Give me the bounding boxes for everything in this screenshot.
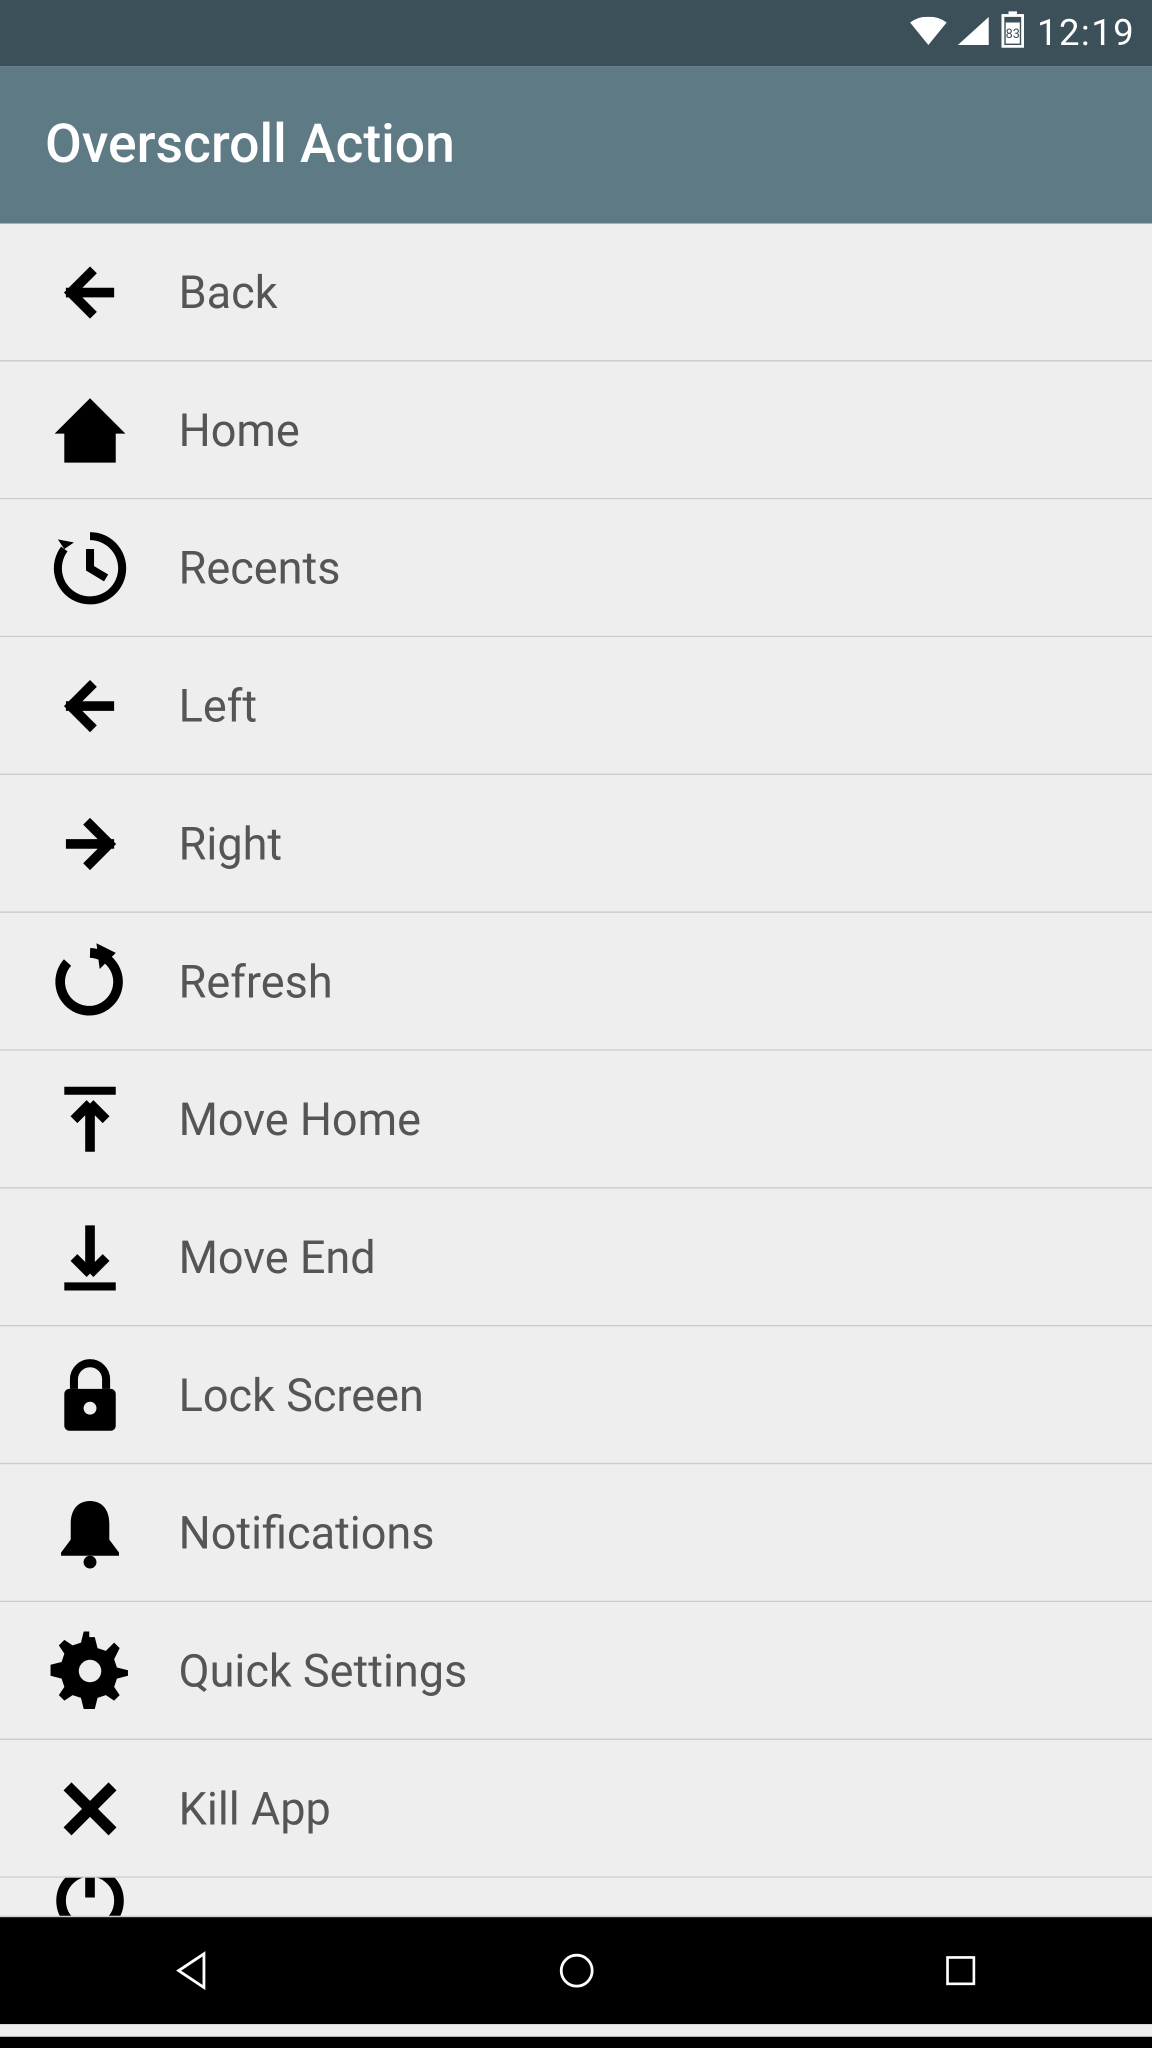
action-label: Notifications [179,1506,435,1559]
lock-icon [0,1350,179,1440]
svg-text:83: 83 [1006,26,1020,41]
move-bottom-icon [0,1212,179,1302]
system-nav-bar [0,1917,1152,2024]
action-notifications[interactable]: Notifications [0,1464,1152,1602]
refresh-icon [0,936,179,1026]
action-label: Kill App [179,1781,331,1834]
action-right[interactable]: Right [0,775,1152,913]
action-label: Move Home [179,1092,421,1145]
arrow-right-icon [0,798,179,888]
action-lock-screen[interactable]: Lock Screen [0,1326,1152,1464]
action-move-end[interactable]: Move End [0,1189,1152,1327]
action-left[interactable]: Left [0,637,1152,775]
history-icon [0,523,179,613]
action-label: Home [179,403,300,456]
power-icon [0,1878,179,1917]
close-icon [0,1763,179,1853]
nav-back-button[interactable] [167,1945,218,1996]
action-label: Recents [179,541,341,594]
bell-icon [0,1487,179,1577]
status-time: 12:19 [1037,12,1135,54]
action-label: Left [179,679,257,732]
battery-icon: 83 [1000,11,1025,56]
action-label: Move End [179,1230,376,1283]
arrow-back-icon [0,247,179,337]
page-title: Overscroll Action [45,114,455,176]
home-icon [0,385,179,475]
action-label: Lock Screen [179,1368,424,1421]
wifi-icon [910,13,947,52]
action-label: Right [179,817,282,870]
action-refresh[interactable]: Refresh [0,913,1152,1051]
status-bar: 83 12:19 [0,0,1152,66]
action-kill-app[interactable]: Kill App [0,1740,1152,1878]
action-label: Refresh [179,954,333,1007]
action-list: Back Home Recents Left Right Refresh Mov… [0,224,1152,1918]
arrow-left-icon [0,660,179,750]
action-recents[interactable]: Recents [0,499,1152,637]
action-home[interactable]: Home [0,361,1152,499]
action-quick-settings[interactable]: Quick Settings [0,1602,1152,1740]
action-move-home[interactable]: Move Home [0,1051,1152,1189]
gear-icon [0,1625,179,1715]
nav-home-button[interactable] [551,1945,602,1996]
nav-recents-button[interactable] [935,1945,986,1996]
app-bar: Overscroll Action [0,66,1152,224]
action-label: Back [179,265,278,318]
action-label: Quick Settings [179,1644,468,1697]
action-partial[interactable] [0,1878,1152,1917]
move-top-icon [0,1074,179,1164]
signal-icon [958,13,989,52]
action-back[interactable]: Back [0,224,1152,362]
